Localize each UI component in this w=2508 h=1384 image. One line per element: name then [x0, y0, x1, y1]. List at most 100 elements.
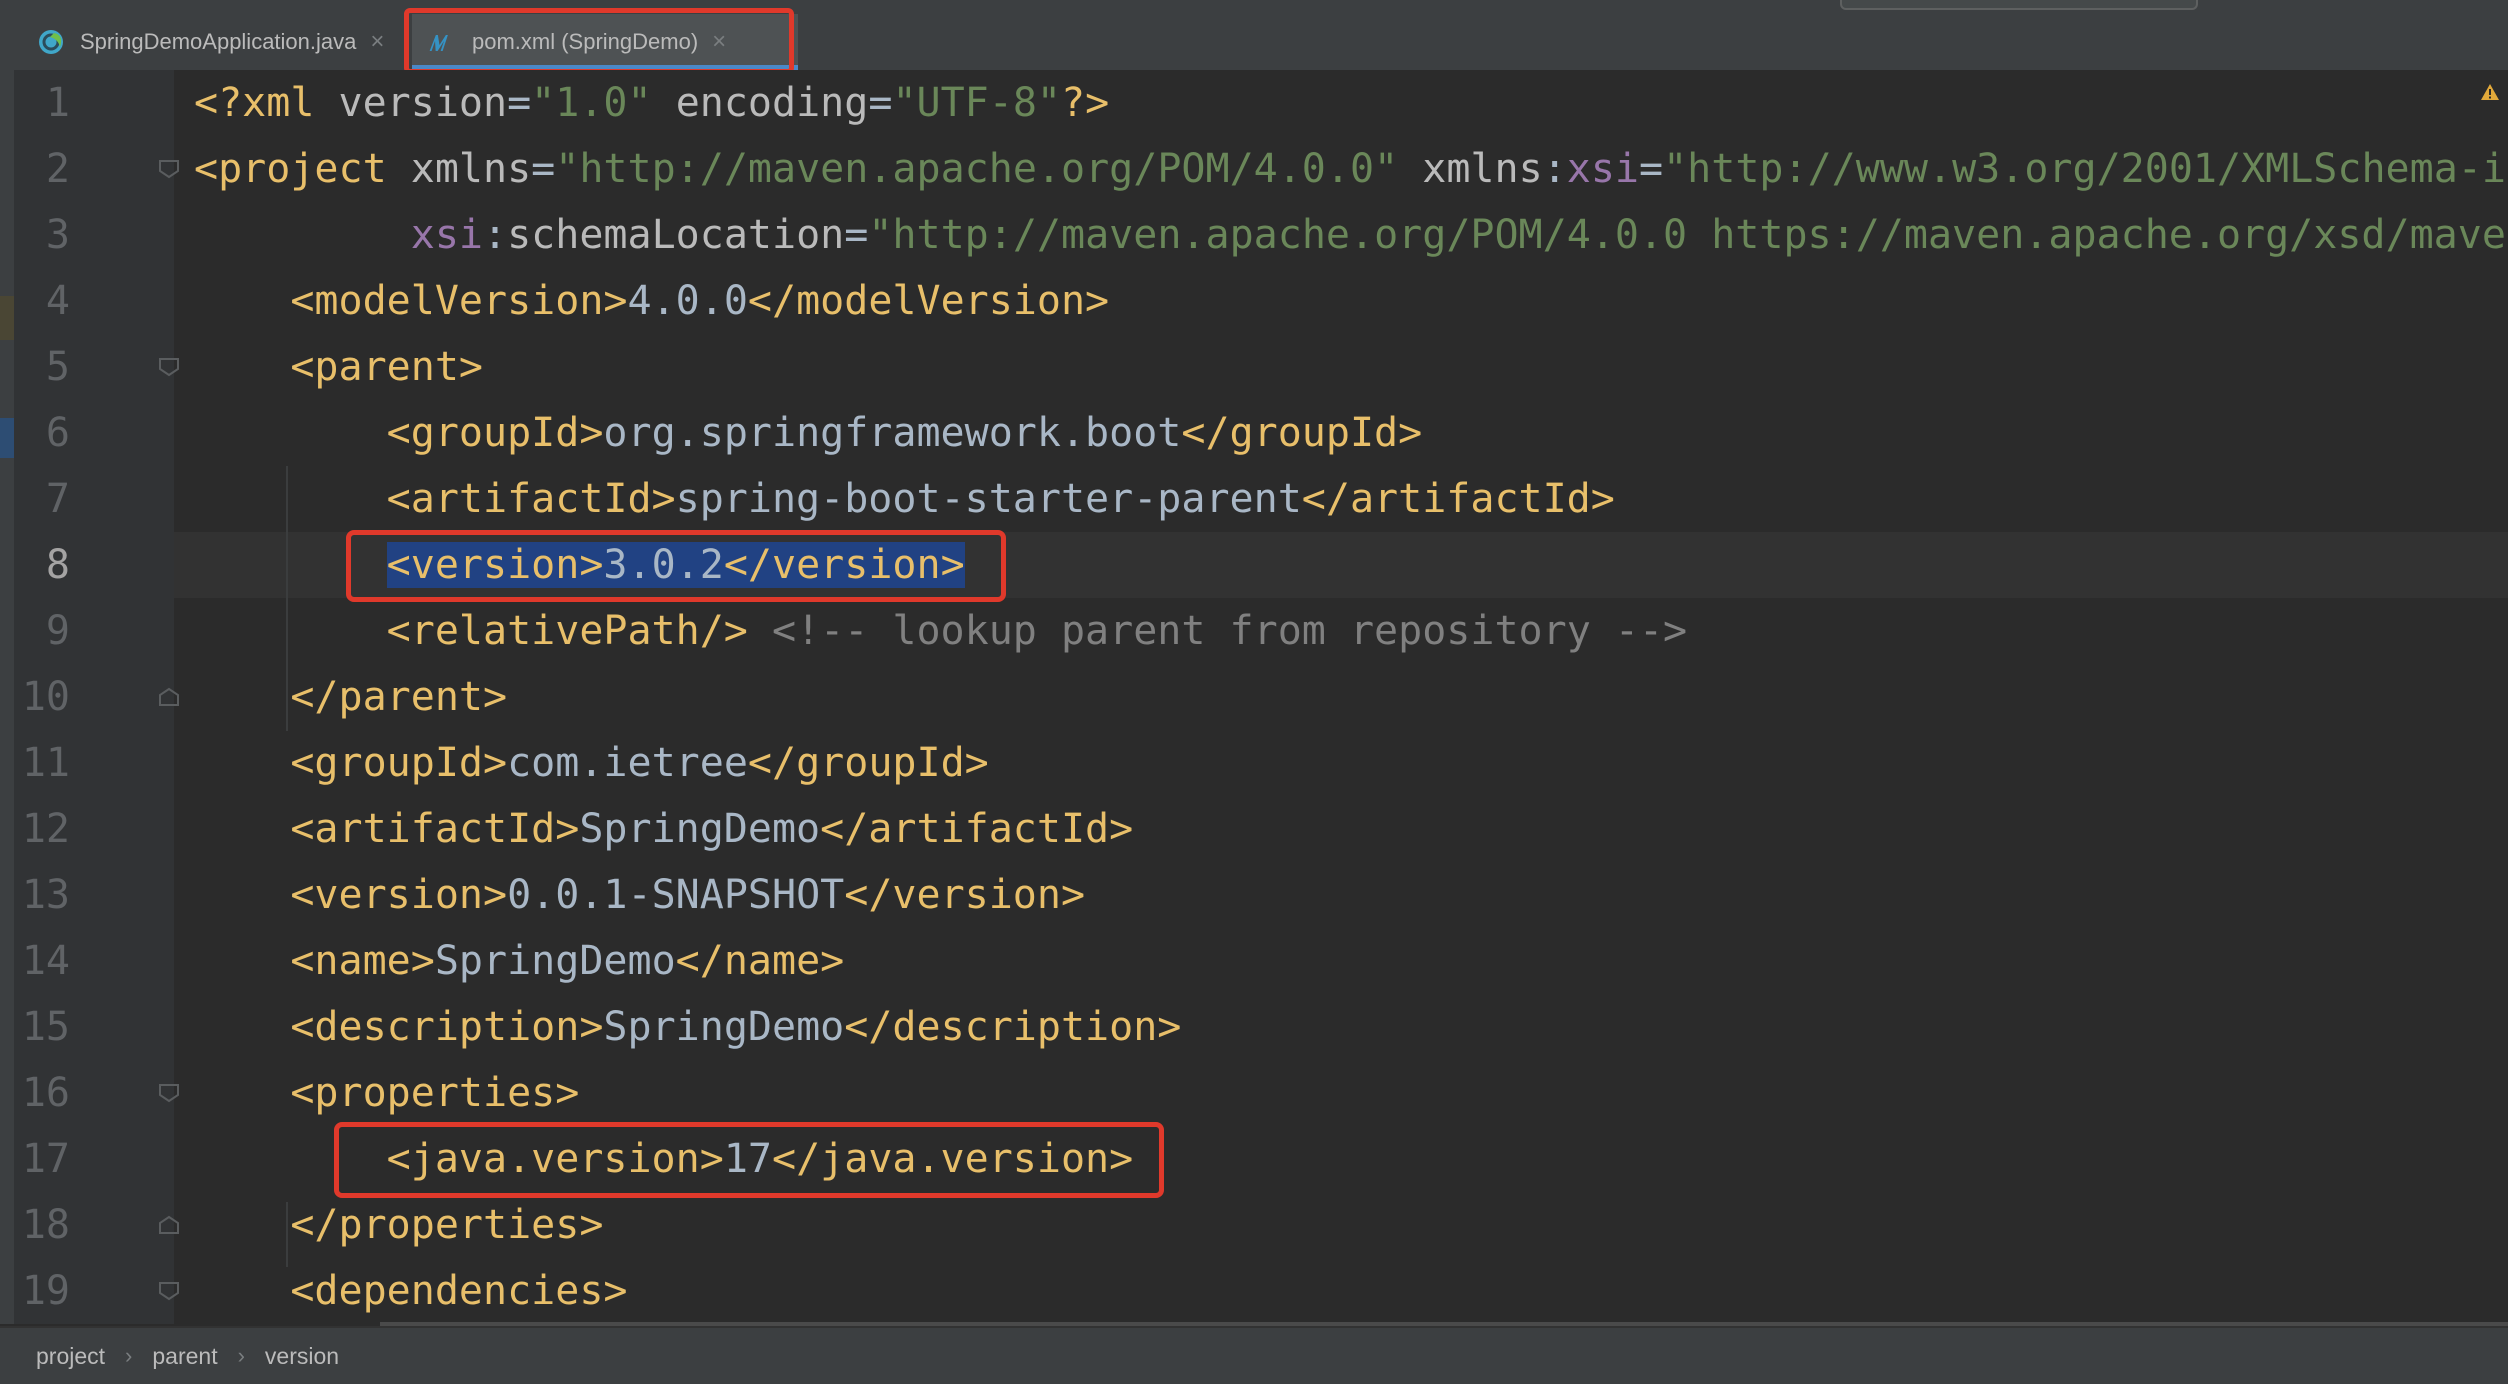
tool-marker [0, 296, 14, 340]
code-token: </artifactId> [1301, 476, 1615, 522]
line-number: 1 [45, 80, 70, 126]
warning-icon[interactable] [2480, 82, 2500, 102]
line-number: 14 [21, 938, 70, 984]
fold-marker-icon[interactable] [157, 159, 181, 179]
breadcrumb-item-project[interactable]: project [36, 1343, 105, 1370]
code-line: <description>SpringDemo</description> [194, 994, 1181, 1060]
code-token: <groupId> [290, 740, 508, 786]
line-number: 11 [21, 740, 70, 786]
code-token: = [531, 146, 556, 192]
left-tool-strip [0, 70, 14, 1324]
code-line: </parent> [194, 664, 507, 730]
code-token: </groupId> [747, 740, 989, 786]
code-token: = [868, 80, 893, 126]
fold-marker-icon[interactable] [157, 357, 181, 377]
code-token: = [844, 212, 869, 258]
code-token: </groupId> [1181, 410, 1423, 456]
code-token: </artifactId> [820, 806, 1134, 852]
code-token: org.springframework.boot [603, 410, 1182, 456]
code-token: = [507, 80, 532, 126]
close-icon[interactable]: × [370, 28, 384, 56]
indent-guide [286, 1202, 288, 1267]
annotation-box-java-version [334, 1122, 1164, 1198]
code-token: <version> [290, 872, 508, 918]
code-token: </modelVersion> [747, 278, 1110, 324]
code-line: <relativePath/> <!-- lookup parent from … [194, 598, 1687, 664]
code-token: <dependencies> [290, 1268, 628, 1314]
line-number: 18 [21, 1202, 70, 1248]
code-token: "http://maven.apache.org/POM/4.0.0" [555, 146, 1399, 192]
code-line: <dependencies> [194, 1258, 627, 1324]
breadcrumb-separator: › [237, 1343, 245, 1368]
code-token: : [1542, 146, 1567, 192]
line-number: 8 [45, 542, 70, 588]
code-token: spring-boot-starter-parent [675, 476, 1302, 522]
fold-marker-icon[interactable] [157, 1083, 181, 1103]
code-token: xsi [1566, 146, 1639, 192]
breadcrumb-item-parent[interactable]: parent [152, 1343, 217, 1370]
code-token: </name> [675, 938, 845, 984]
line-number: 5 [45, 344, 70, 390]
code-token: xsi [410, 212, 483, 258]
code-line: <modelVersion>4.0.0</modelVersion> [194, 268, 1109, 334]
code-token: <name> [290, 938, 435, 984]
code-token: <properties> [290, 1070, 580, 1116]
code-token: ?> [1061, 80, 1110, 126]
code-token: "UTF-8" [892, 80, 1062, 126]
code-line: <groupId>org.springframework.boot</group… [194, 400, 1423, 466]
tab-springdemoapplication-java[interactable]: SpringDemoApplication.java × [30, 14, 400, 70]
tool-marker [0, 418, 14, 458]
code-line: <artifactId>spring-boot-starter-parent</… [194, 466, 1615, 532]
code-token: : [483, 212, 508, 258]
fold-marker-icon[interactable] [157, 1215, 181, 1235]
line-number: 19 [21, 1268, 70, 1314]
breadcrumb-separator: › [125, 1343, 133, 1368]
code-token: 0.0.1-SNAPSHOT [507, 872, 845, 918]
code-token: <?xml [194, 80, 339, 126]
line-number: 4 [45, 278, 70, 324]
fold-marker-icon[interactable] [157, 1281, 181, 1301]
spring-class-icon [36, 27, 66, 57]
code-token: SpringDemo [434, 938, 676, 984]
search-box-edge[interactable] [1840, 0, 2198, 10]
annotation-box-version [346, 530, 1006, 602]
code-token: xmlns [410, 146, 532, 192]
code-token: <parent> [290, 344, 483, 390]
annotation-box-tab [404, 8, 794, 74]
code-line: xsi:schemaLocation="http://maven.apache.… [194, 202, 2508, 268]
fold-marker-icon[interactable] [157, 687, 181, 707]
code-line: <groupId>com.ietree</groupId> [194, 730, 989, 796]
code-token: <!-- lookup parent from repository --> [771, 608, 1688, 654]
code-token: </version> [844, 872, 1086, 918]
code-token: version [338, 80, 508, 126]
line-number: 10 [21, 674, 70, 720]
line-number: 7 [45, 476, 70, 522]
code-line: <properties> [194, 1060, 579, 1126]
breadcrumb-item-version[interactable]: version [265, 1343, 339, 1370]
code-token: "http://maven.apache.org/POM/4.0.0 https… [868, 212, 2508, 258]
code-line: <artifactId>SpringDemo</artifactId> [194, 796, 1133, 862]
code-line: <version>0.0.1-SNAPSHOT</version> [194, 862, 1085, 928]
code-token: xmlns [1422, 146, 1543, 192]
code-token: SpringDemo [579, 806, 821, 852]
line-number: 12 [21, 806, 70, 852]
line-number: 17 [21, 1136, 70, 1182]
code-token: SpringDemo [603, 1004, 845, 1050]
tab-label: SpringDemoApplication.java [80, 29, 357, 54]
code-token: 4.0.0 [627, 278, 748, 324]
code-token: </parent> [290, 674, 508, 720]
